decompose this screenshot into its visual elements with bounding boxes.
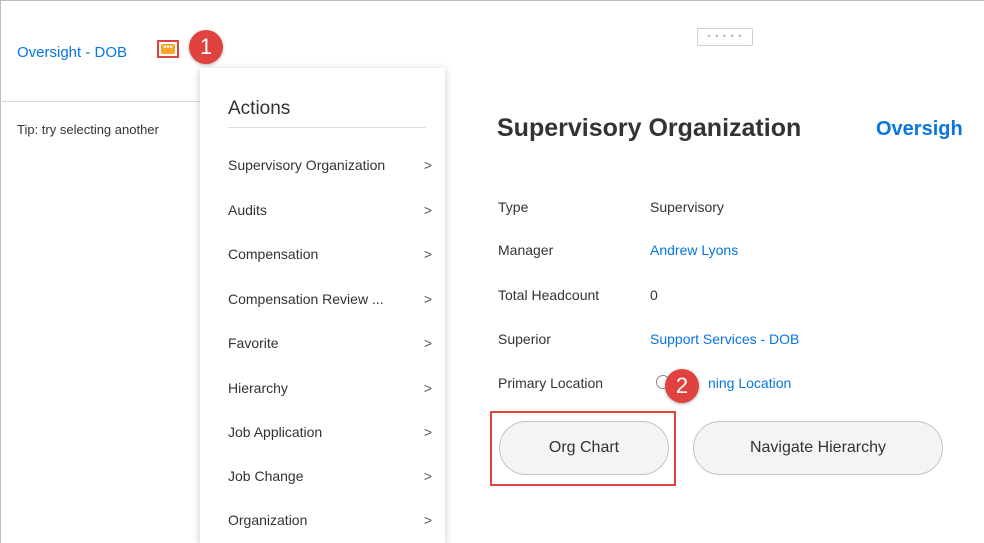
drag-handle[interactable]: • • • • • [697, 28, 753, 46]
navigate-hierarchy-button[interactable]: Navigate Hierarchy [693, 421, 943, 475]
highlight-box [490, 411, 676, 486]
chevron-right-icon: > [423, 157, 432, 173]
menu-item-job-application[interactable]: Job Application > [228, 424, 432, 440]
divider [0, 101, 200, 102]
field-label-primary-location: Primary Location [498, 375, 604, 391]
menu-item-supervisory-organization[interactable]: Supervisory Organization > [228, 157, 432, 173]
callout-badge-2: 2 [665, 369, 699, 403]
menu-item-label: Compensation [228, 246, 319, 262]
callout-badge-1: 1 [189, 30, 223, 64]
menu-item-compensation[interactable]: Compensation > [228, 246, 432, 262]
chevron-right-icon: > [423, 335, 432, 351]
chevron-right-icon: > [423, 424, 432, 440]
menu-item-label: Favorite [228, 335, 279, 351]
organization-name-link[interactable]: Oversigh [876, 118, 963, 141]
field-label-type: Type [498, 199, 529, 215]
divider [228, 127, 426, 128]
menu-item-hierarchy[interactable]: Hierarchy > [228, 380, 432, 396]
chevron-right-icon: > [423, 468, 432, 484]
menu-item-organization[interactable]: Organization > [228, 512, 432, 528]
ellipsis-icon: ••• [161, 43, 175, 54]
menu-item-job-change[interactable]: Job Change > [228, 468, 432, 484]
menu-item-label: Compensation Review ... [228, 291, 384, 307]
manager-link[interactable]: Andrew Lyons [650, 242, 738, 258]
field-label-headcount: Total Headcount [498, 287, 600, 303]
field-value-type: Supervisory [650, 199, 724, 215]
tip-text: Tip: try selecting another [17, 122, 159, 137]
field-value-headcount: 0 [650, 287, 658, 303]
menu-item-audits[interactable]: Audits > [228, 202, 432, 218]
related-actions-button[interactable]: ••• [157, 40, 179, 58]
menu-item-label: Organization [228, 512, 308, 528]
chevron-right-icon: > [423, 246, 432, 262]
menu-item-label: Hierarchy [228, 380, 288, 396]
actions-title: Actions [228, 98, 291, 119]
menu-item-label: Supervisory Organization [228, 157, 386, 173]
actions-popup: Actions Supervisory Organization > Audit… [200, 68, 445, 543]
field-label-superior: Superior [498, 331, 551, 347]
menu-item-favorite[interactable]: Favorite > [228, 335, 432, 351]
menu-item-label: Job Application [228, 424, 323, 440]
primary-location-link[interactable]: ning Location [708, 375, 791, 391]
chevron-right-icon: > [423, 202, 432, 218]
chevron-right-icon: > [423, 380, 432, 396]
menu-item-compensation-review[interactable]: Compensation Review ... > [228, 291, 432, 307]
page-title: Supervisory Organization [497, 114, 802, 142]
menu-item-label: Job Change [228, 468, 304, 484]
superior-link[interactable]: Support Services - DOB [650, 331, 799, 347]
field-label-manager: Manager [498, 242, 554, 258]
chevron-right-icon: > [423, 512, 432, 528]
chevron-right-icon: > [423, 291, 432, 307]
menu-item-label: Audits [228, 202, 267, 218]
breadcrumb-link[interactable]: Oversight - DOB [17, 44, 127, 61]
